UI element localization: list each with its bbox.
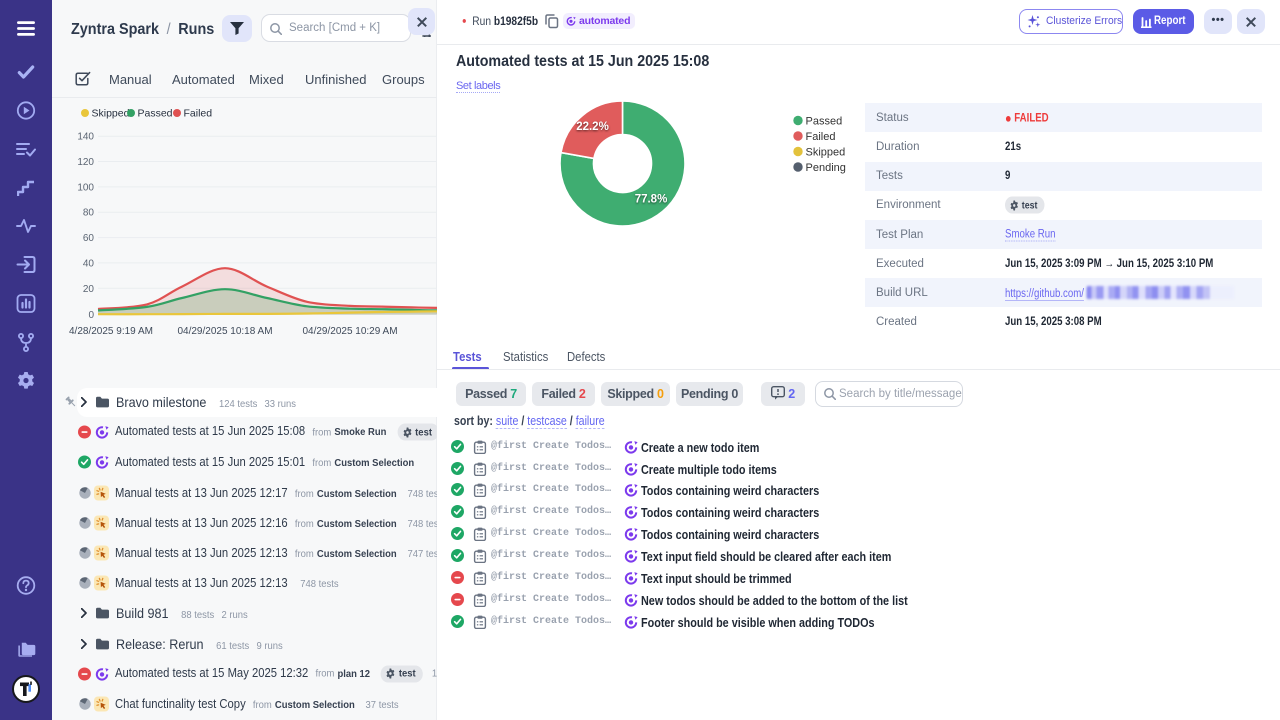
svg-text:Skipped: Skipped bbox=[806, 147, 846, 159]
svg-text:140: 140 bbox=[77, 132, 94, 143]
svg-text:77.8%: 77.8% bbox=[635, 194, 668, 206]
svg-text:04/29/2025 10:18 AM: 04/29/2025 10:18 AM bbox=[177, 326, 272, 337]
svg-text:20: 20 bbox=[83, 284, 95, 295]
svg-text:Passed: Passed bbox=[138, 108, 173, 120]
svg-text:Pending: Pending bbox=[806, 162, 846, 174]
svg-text:80: 80 bbox=[83, 208, 95, 219]
svg-text:60: 60 bbox=[83, 233, 95, 244]
svg-text:Skipped: Skipped bbox=[92, 108, 130, 120]
svg-text:100: 100 bbox=[77, 182, 94, 193]
svg-text:Passed: Passed bbox=[806, 116, 843, 128]
svg-text:120: 120 bbox=[77, 157, 94, 168]
svg-text:22.2%: 22.2% bbox=[576, 121, 609, 133]
svg-text:0: 0 bbox=[88, 310, 94, 321]
svg-text:Failed: Failed bbox=[184, 108, 213, 120]
svg-text:Failed: Failed bbox=[806, 131, 836, 143]
svg-text:4/28/2025 9:19 AM: 4/28/2025 9:19 AM bbox=[69, 326, 153, 337]
svg-text:04/29/2025 10:29 AM: 04/29/2025 10:29 AM bbox=[302, 326, 397, 337]
svg-text:40: 40 bbox=[83, 258, 95, 269]
